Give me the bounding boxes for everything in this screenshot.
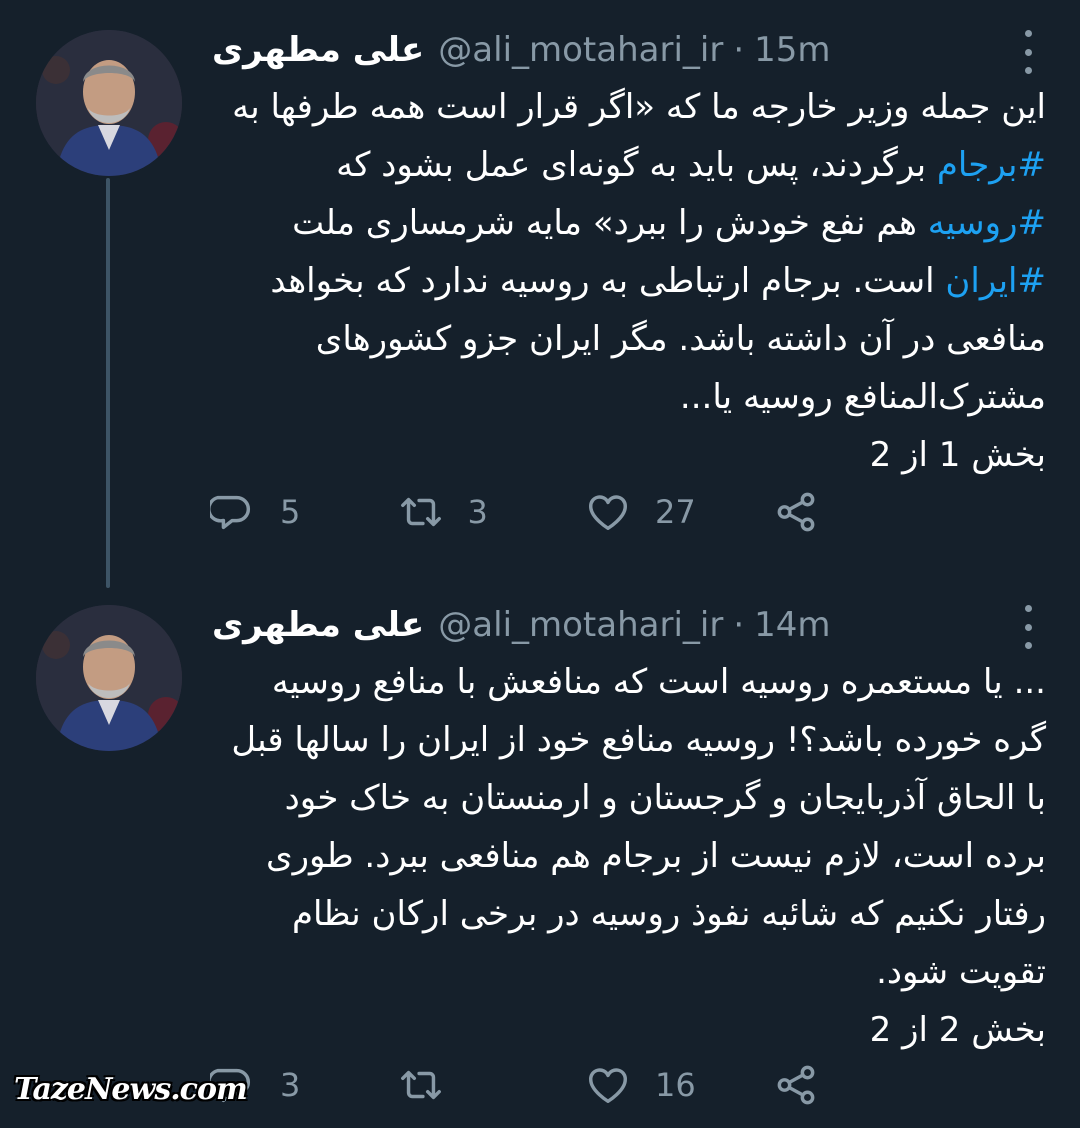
tweet-text-line: بخش 1 از 2: [210, 426, 1046, 484]
text-segment: با الحاق آذربایجان و گرجستان و ارمنستان …: [284, 778, 1046, 818]
timestamp[interactable]: 14m: [754, 605, 830, 645]
author-name[interactable]: علی مطهری: [212, 30, 424, 70]
tweet-actions: 3 16: [210, 1057, 960, 1113]
tweet-text-line: #ایران است. برجام ارتباطی به روسیه ندارد…: [210, 252, 1046, 310]
like-button[interactable]: 27: [585, 489, 773, 535]
tweet-text-line: با الحاق آذربایجان و گرجستان و ارمنستان …: [210, 769, 1046, 827]
reply-count: 3: [280, 1066, 301, 1104]
text-segment: رفتار نکنیم که شائبه نفوذ روسیه در برخی …: [291, 894, 1046, 934]
tweet-text-line: #برجام برگردند، پس باید به گونه‌ای عمل ب…: [210, 136, 1046, 194]
text-segment: تقویت شود.: [876, 952, 1046, 992]
text-segment: این جمله وزیر خارجه ما که «اگر قرار است …: [232, 87, 1046, 127]
reply-count: 5: [280, 493, 301, 531]
tweet-text-line: تقویت شود.: [210, 943, 1046, 1001]
tweet-text-line: مشترک‌المنافع روسیه یا...: [210, 368, 1046, 426]
tweet-text-line: برده است، لازم نیست از برجام هم منافعی ب…: [210, 827, 1046, 885]
share-button[interactable]: [773, 489, 961, 535]
tweet-actions: 5 3 27: [210, 484, 960, 540]
like-icon: [589, 495, 627, 531]
tweet[interactable]: علی مطهری @ali_motahari_ir · 14m ... یا …: [0, 575, 1080, 1128]
more-options-icon[interactable]: [1021, 605, 1035, 649]
separator-dot: ·: [733, 30, 745, 70]
timestamp[interactable]: 15m: [754, 30, 830, 70]
tweet-header: علی مطهری @ali_motahari_ir · 15m: [212, 25, 1080, 75]
tweet-text-line: منافعی در آن داشته باشد. مگر ایران جزو ک…: [210, 310, 1046, 368]
retweet-icon: [400, 1070, 441, 1100]
text-segment: برگردند، پس باید به گونه‌ای عمل بشود که: [336, 145, 937, 185]
retweet-button[interactable]: 3: [398, 489, 586, 535]
text-segment: گره خورده باشد؟! روسیه منافع خود از ایرا…: [231, 720, 1046, 760]
share-icon: [777, 1065, 814, 1105]
tweet-text: ... یا مستعمره روسیه است که منافعش با من…: [210, 653, 1046, 1059]
text-segment: است. برجام ارتباطی به روسیه ندارد که بخو…: [270, 261, 946, 301]
watermark-logo: TazeNews.com: [14, 1072, 248, 1107]
text-segment: ... یا مستعمره روسیه است که منافعش با من…: [271, 662, 1046, 702]
reply-icon: [210, 495, 250, 530]
like-count: 16: [655, 1066, 696, 1104]
retweet-count: 3: [467, 493, 488, 531]
tweet-text-line: ... یا مستعمره روسیه است که منافعش با من…: [210, 653, 1046, 711]
reply-button[interactable]: 5: [210, 489, 398, 535]
text-segment: مشترک‌المنافع روسیه یا...: [679, 377, 1046, 417]
text-segment: هم نفع خودش را ببرد» مایه شرمساری ملت: [292, 203, 928, 243]
text-segment: برده است، لازم نیست از برجام هم منافعی ب…: [265, 836, 1046, 876]
tweet-text-line: این جمله وزیر خارجه ما که «اگر قرار است …: [210, 78, 1046, 136]
retweet-button[interactable]: [398, 1062, 586, 1108]
avatar[interactable]: [36, 605, 182, 751]
avatar[interactable]: [36, 30, 182, 176]
author-handle[interactable]: @ali_motahari_ir: [438, 30, 723, 70]
tweet-text-line: رفتار نکنیم که شائبه نفوذ روسیه در برخی …: [210, 885, 1046, 943]
author-name[interactable]: علی مطهری: [212, 605, 424, 645]
text-segment: بخش 1 از 2: [869, 435, 1046, 475]
hashtag-link[interactable]: #ایران: [945, 261, 1046, 301]
separator-dot: ·: [733, 605, 745, 645]
tweet[interactable]: علی مطهری @ali_motahari_ir · 15m این جمل…: [0, 0, 1080, 575]
like-icon: [589, 1068, 627, 1104]
author-handle[interactable]: @ali_motahari_ir: [438, 605, 723, 645]
text-segment: منافعی در آن داشته باشد. مگر ایران جزو ک…: [315, 319, 1046, 359]
more-options-icon[interactable]: [1021, 30, 1035, 74]
tweet-text-line: گره خورده باشد؟! روسیه منافع خود از ایرا…: [210, 711, 1046, 769]
retweet-icon: [400, 497, 441, 527]
tweet-text-line: #روسیه هم نفع خودش را ببرد» مایه شرمساری…: [210, 194, 1046, 252]
share-button[interactable]: [773, 1062, 961, 1108]
text-segment: بخش 2 از 2: [869, 1010, 1046, 1050]
like-button[interactable]: 16: [585, 1062, 773, 1108]
tweet-text-line: بخش 2 از 2: [210, 1001, 1046, 1059]
like-count: 27: [655, 493, 696, 531]
tweet-header: علی مطهری @ali_motahari_ir · 14m: [212, 600, 1080, 650]
hashtag-link[interactable]: #روسیه: [928, 203, 1046, 243]
share-icon: [777, 492, 814, 532]
tweet-text: این جمله وزیر خارجه ما که «اگر قرار است …: [210, 78, 1046, 484]
hashtag-link[interactable]: #برجام: [937, 145, 1046, 185]
